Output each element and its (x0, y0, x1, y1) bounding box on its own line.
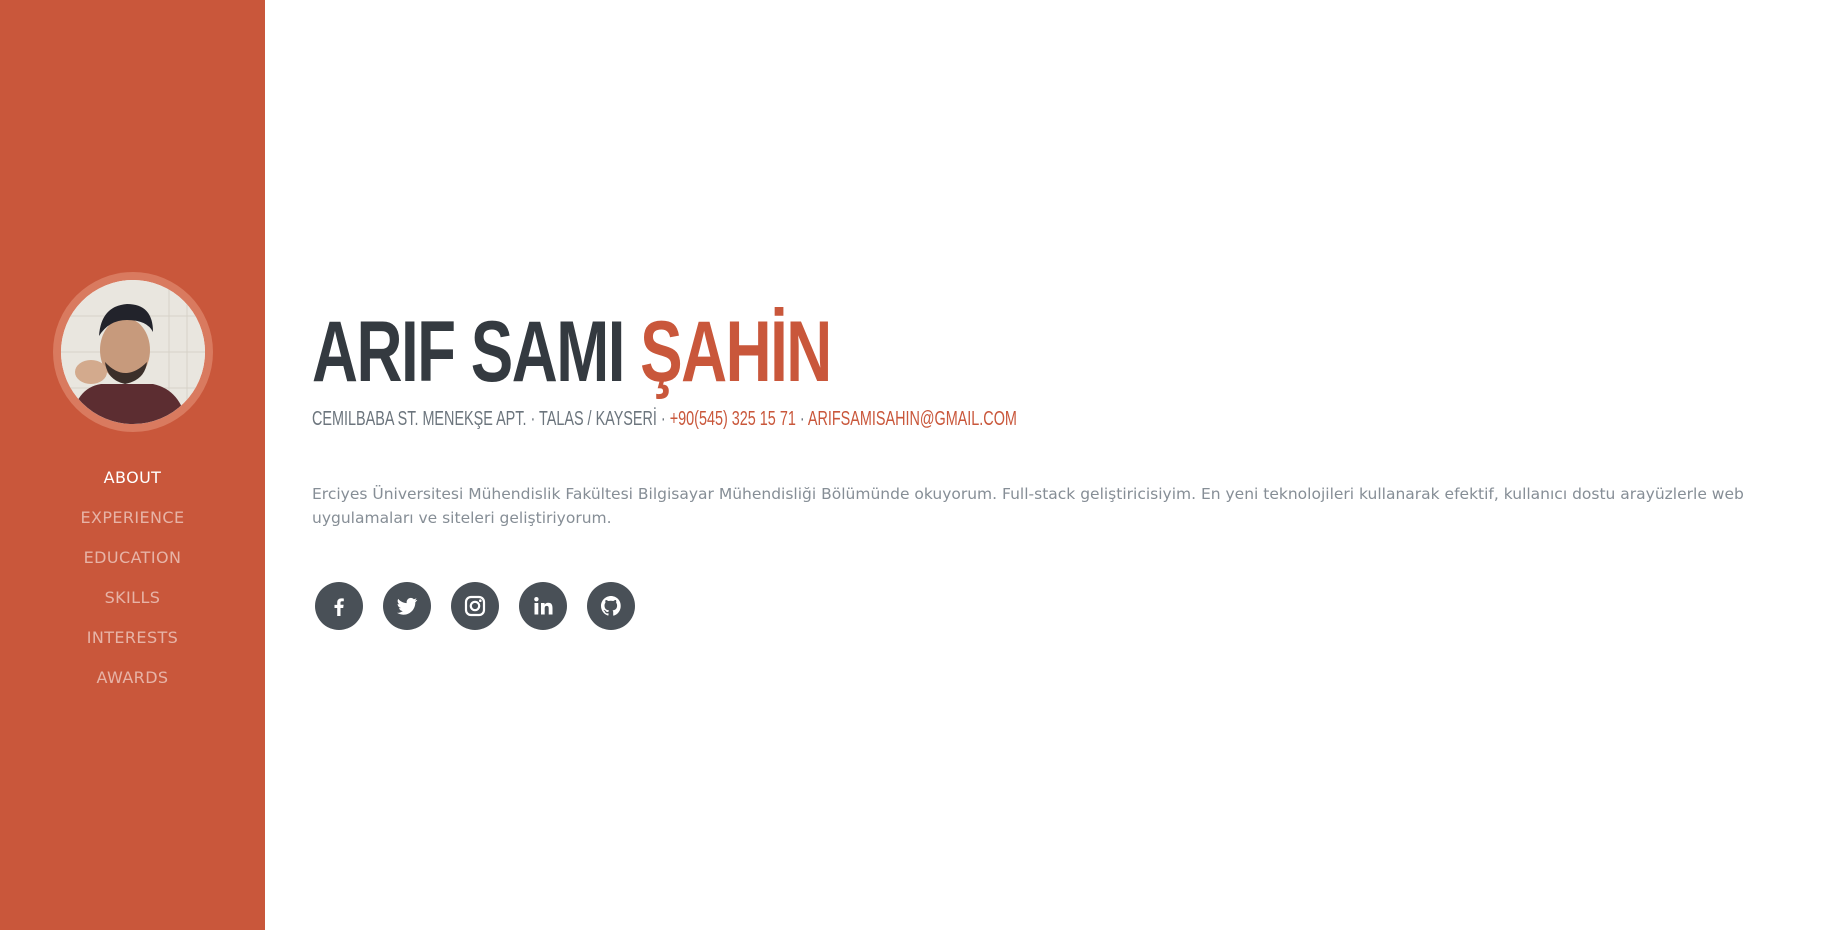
separator: · (799, 408, 805, 430)
twitter-icon (396, 597, 418, 615)
twitter-button[interactable] (383, 582, 431, 630)
main-content: ARIF SAMI ŞAHİN CEMILBABA ST. MENEKŞE AP… (265, 0, 1837, 930)
contact-line: CEMILBABA ST. MENEKŞE APT. · TALAS / KAY… (312, 406, 1017, 432)
bio-text: Erciyes Üniversitesi Mühendislik Fakülte… (312, 485, 1744, 527)
nav-item-experience[interactable]: EXPERIENCE (80, 498, 184, 538)
phone-link[interactable]: +90(545) 325 15 71 (670, 408, 796, 430)
nav-item-interests[interactable]: INTERESTS (80, 618, 184, 658)
sidebar: ABOUT EXPERIENCE EDUCATION SKILLS INTERESTS A… (0, 0, 265, 930)
facebook-icon (334, 598, 344, 616)
email-link[interactable]: ARIFSAMISAHIN@GMAIL.COM (808, 408, 1017, 430)
sidebar-nav: ABOUT EXPERIENCE EDUCATION SKILLS INTERESTS A… (80, 458, 184, 698)
first-name: ARIF SAMI (312, 304, 625, 400)
linkedin-icon (534, 597, 553, 615)
nav-item-education[interactable]: EDUCATION (80, 538, 184, 578)
facebook-button[interactable] (315, 582, 363, 630)
avatar[interactable] (52, 272, 213, 432)
social-icons (315, 582, 635, 630)
last-name: ŞAHİN (640, 304, 832, 400)
github-button[interactable] (587, 582, 635, 630)
nav-item-about[interactable]: ABOUT (80, 458, 184, 498)
profile-photo (60, 280, 205, 424)
instagram-button[interactable] (451, 582, 499, 630)
github-icon (601, 596, 621, 616)
address: CEMILBABA ST. MENEKŞE APT. · TALAS / KAY… (312, 408, 666, 430)
nav-item-awards[interactable]: AWARDS (80, 658, 184, 698)
page-title: ARIF SAMI ŞAHİN (312, 302, 832, 402)
instagram-icon (464, 595, 486, 617)
nav-item-skills[interactable]: SKILLS (80, 578, 184, 618)
linkedin-button[interactable] (519, 582, 567, 630)
